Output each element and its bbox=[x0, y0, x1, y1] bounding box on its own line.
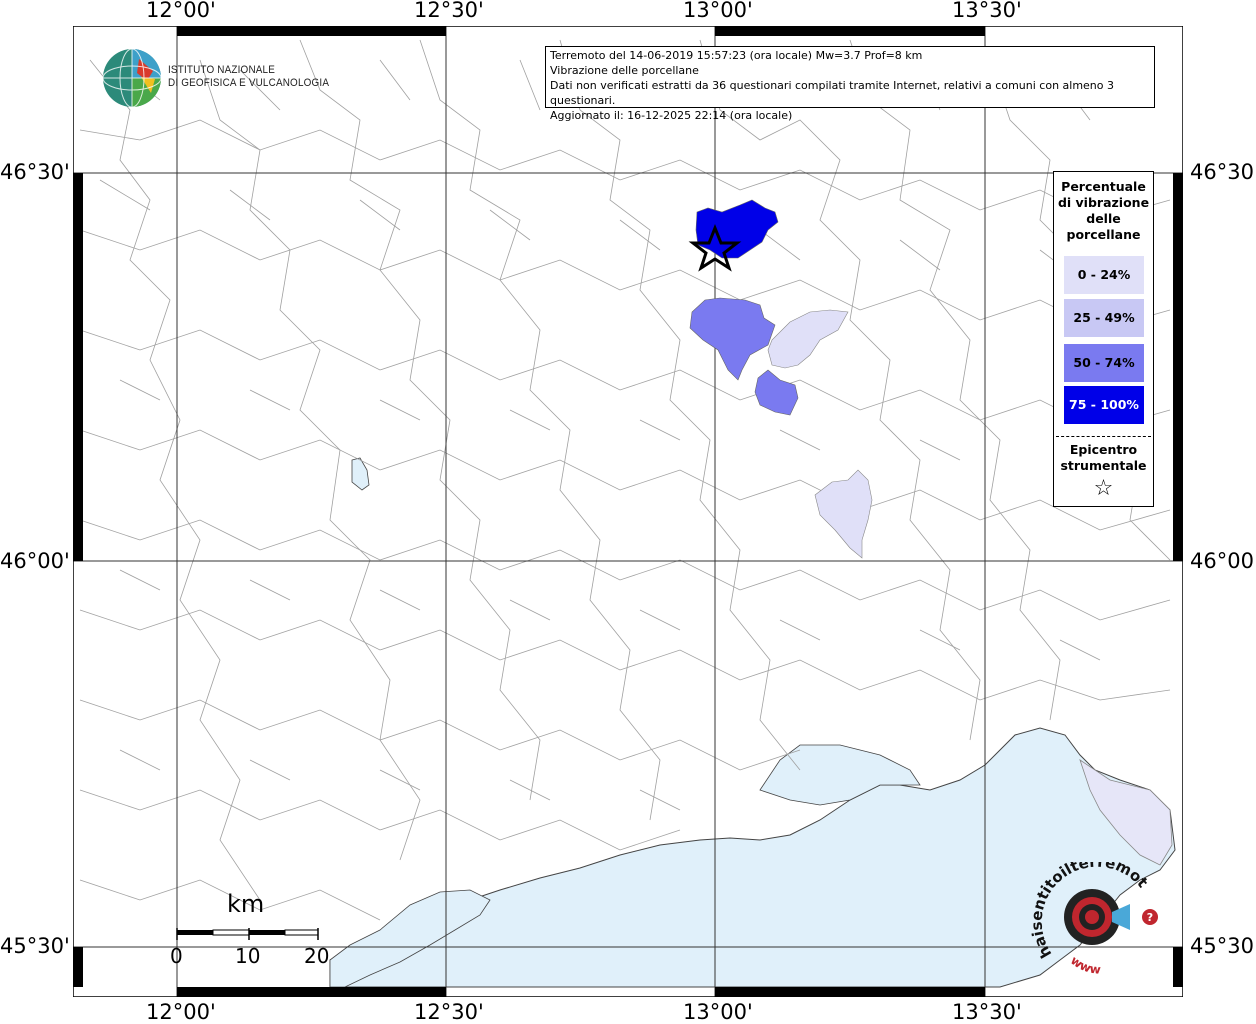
map-canvas[interactable] bbox=[73, 26, 1183, 997]
event-title: Terremoto del 14-06-2019 15:57:23 (ora l… bbox=[550, 49, 923, 62]
lat-label-right-3: 45°30' bbox=[1190, 934, 1256, 958]
stamp-question: ? bbox=[1147, 911, 1153, 924]
lat-label-left-1: 46°30' bbox=[0, 160, 70, 184]
lon-label-bottom-2: 12°30' bbox=[414, 1000, 484, 1024]
scale-unit: km bbox=[227, 890, 265, 918]
svg-text:www: www bbox=[1068, 953, 1102, 974]
legend-class-0-24: 0 - 24% bbox=[1064, 256, 1144, 294]
ingv-logo-icon bbox=[102, 48, 162, 108]
scale-tick-20: 20 bbox=[304, 944, 330, 968]
stamp-url: www bbox=[1068, 953, 1102, 974]
legend-class-50-74: 50 - 74% bbox=[1064, 344, 1144, 382]
star-outline-icon: ☆ bbox=[1093, 476, 1114, 501]
scale-tick-0: 0 bbox=[170, 944, 183, 968]
lat-label-right-2: 46°00' bbox=[1190, 549, 1256, 573]
scale-tick-10: 10 bbox=[235, 944, 261, 968]
lon-label-top-1: 12°00' bbox=[146, 0, 216, 22]
lon-label-bottom-3: 13°00' bbox=[683, 1000, 753, 1024]
lon-label-top-2: 12°30' bbox=[414, 0, 484, 22]
scale-bar: km 0 10 20 bbox=[170, 890, 330, 970]
legend-separator bbox=[1056, 436, 1151, 437]
lat-label-left-3: 45°30' bbox=[0, 934, 70, 958]
map-legend: Percentuale di vibrazione delle porcella… bbox=[1053, 171, 1154, 507]
lat-label-left-2: 46°00' bbox=[0, 549, 70, 573]
event-data-note: Dati non verificati estratti da 36 quest… bbox=[550, 79, 1115, 107]
lon-label-bottom-1: 12°00' bbox=[146, 1000, 216, 1024]
event-parameter: Vibrazione delle porcellane bbox=[550, 64, 699, 77]
event-info-box: Terremoto del 14-06-2019 15:57:23 (ora l… bbox=[545, 46, 1155, 122]
haisentito-stamp-icon: haisentitoilterremoto.it www ? bbox=[1030, 862, 1158, 974]
lon-label-top-4: 13°30' bbox=[952, 0, 1022, 22]
legend-class-75-100: 75 - 100% bbox=[1064, 386, 1144, 424]
lon-label-bottom-4: 13°30' bbox=[952, 1000, 1022, 1024]
legend-title: Percentuale di vibrazione delle porcella… bbox=[1057, 179, 1150, 242]
scale-bar-graphic bbox=[176, 928, 319, 940]
ingv-logo-text: ISTITUTO NAZIONALE DI GEOFISICA E VULCAN… bbox=[168, 64, 330, 89]
lat-label-right-1: 46°30' bbox=[1190, 160, 1256, 184]
event-updated: Aggiornato il: 16-12-2025 22:14 (ora loc… bbox=[550, 109, 793, 122]
legend-epicenter-label: Epicentro strumentale bbox=[1060, 442, 1147, 473]
lon-label-top-3: 13°00' bbox=[683, 0, 753, 22]
legend-class-25-49: 25 - 49% bbox=[1064, 299, 1144, 337]
